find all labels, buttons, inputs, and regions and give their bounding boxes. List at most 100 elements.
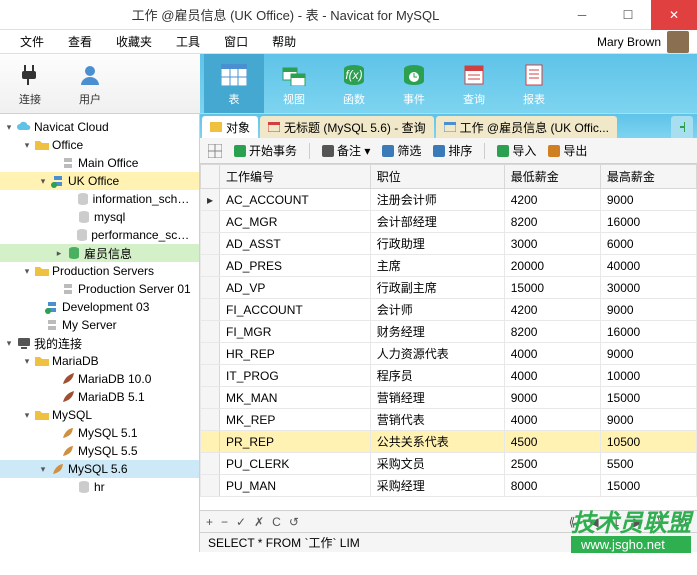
cell[interactable]: 4000 (504, 409, 600, 431)
tree-node-3[interactable]: ▾UK Office (0, 172, 199, 190)
cell[interactable]: 8000 (504, 475, 600, 497)
ribbon-function[interactable]: f(x)函数 (324, 54, 384, 113)
cell[interactable]: AD_ASST (220, 233, 371, 255)
cell[interactable]: 4000 (504, 343, 600, 365)
cell[interactable]: 15000 (504, 277, 600, 299)
cell[interactable]: 9000 (504, 387, 600, 409)
tree-node-14[interactable]: MariaDB 10.0 (0, 370, 199, 388)
data-grid[interactable]: 工作编号职位最低薪金最高薪金▸AC_ACCOUNT注册会计师42009000AC… (200, 164, 697, 510)
grid-btn-4[interactable]: C (272, 515, 281, 529)
grid-nav-3[interactable]: ▶ (633, 515, 642, 529)
cell[interactable]: AC_ACCOUNT (220, 189, 371, 211)
cell[interactable]: 16000 (600, 321, 696, 343)
expand-icon[interactable]: ▾ (22, 140, 32, 151)
connection-tree[interactable]: ▾Navicat Cloud▾OfficeMain Office▾UK Offi… (0, 114, 200, 552)
grid-nav-5[interactable]: ⚙ (677, 515, 688, 529)
tree-node-0[interactable]: ▾Navicat Cloud (0, 118, 199, 136)
ribbon-query[interactable]: 查询 (444, 54, 504, 113)
cell[interactable]: 4500 (504, 431, 600, 453)
cell[interactable]: 注册会计师 (370, 189, 504, 211)
cell[interactable]: 采购文员 (370, 453, 504, 475)
tree-node-20[interactable]: hr (0, 478, 199, 496)
ribbon-event[interactable]: 事件 (384, 54, 444, 113)
user-name[interactable]: Mary Brown (597, 35, 661, 49)
menu-2[interactable]: 收藏夹 (104, 33, 164, 50)
tree-node-15[interactable]: MariaDB 5.1 (0, 388, 199, 406)
cell[interactable]: 4200 (504, 189, 600, 211)
cell[interactable]: 主席 (370, 255, 504, 277)
tree-node-2[interactable]: Main Office (0, 154, 199, 172)
cell[interactable]: 16000 (600, 211, 696, 233)
menu-3[interactable]: 工具 (164, 33, 212, 50)
tree-node-13[interactable]: ▾MariaDB (0, 352, 199, 370)
tree-node-12[interactable]: ▾我的连接 (0, 334, 199, 352)
expand-icon[interactable]: ▸ (54, 248, 64, 259)
grid-icon[interactable] (208, 144, 222, 158)
cell[interactable]: 9000 (600, 299, 696, 321)
grid-btn-3[interactable]: ✗ (254, 515, 264, 529)
cell[interactable]: PU_CLERK (220, 453, 371, 475)
tool-sort[interactable]: 排序 (433, 142, 472, 159)
cell[interactable]: 程序员 (370, 365, 504, 387)
cell[interactable]: 行政助理 (370, 233, 504, 255)
cell[interactable]: PU_MAN (220, 475, 371, 497)
cell[interactable]: AD_PRES (220, 255, 371, 277)
table-row[interactable]: PR_REP公共关系代表450010500 (201, 431, 697, 453)
tree-node-16[interactable]: ▾MySQL (0, 406, 199, 424)
ribbon-report[interactable]: 报表 (504, 54, 564, 113)
table-row[interactable]: PU_CLERK采购文员25005500 (201, 453, 697, 475)
avatar[interactable] (667, 31, 689, 53)
cell[interactable]: 2500 (504, 453, 600, 475)
cell[interactable]: MK_MAN (220, 387, 371, 409)
tree-node-11[interactable]: My Server (0, 316, 199, 334)
expand-icon[interactable]: ▾ (22, 410, 32, 421)
table-row[interactable]: AD_ASST行政助理30006000 (201, 233, 697, 255)
grid-nav-4[interactable]: ⟫ (657, 515, 664, 529)
cell[interactable]: IT_PROG (220, 365, 371, 387)
tree-node-18[interactable]: MySQL 5.5 (0, 442, 199, 460)
expand-icon[interactable]: ▾ (22, 356, 32, 367)
cell[interactable]: 行政副主席 (370, 277, 504, 299)
cell[interactable]: 公共关系代表 (370, 431, 504, 453)
grid-nav-0[interactable]: ⟪ (569, 515, 576, 529)
cell[interactable]: 15000 (600, 387, 696, 409)
menu-4[interactable]: 窗口 (212, 33, 260, 50)
ribbon-view[interactable]: 视图 (264, 54, 324, 113)
expand-icon[interactable]: ▾ (38, 176, 48, 187)
col-header-3[interactable]: 最高薪金 (600, 165, 696, 189)
tree-node-6[interactable]: performance_schema (0, 226, 199, 244)
cell[interactable]: MK_REP (220, 409, 371, 431)
cell[interactable]: 4200 (504, 299, 600, 321)
cell[interactable]: 营销经理 (370, 387, 504, 409)
tree-node-10[interactable]: Development 03 (0, 298, 199, 316)
cell[interactable]: 人力资源代表 (370, 343, 504, 365)
cell[interactable]: 20000 (504, 255, 600, 277)
table-row[interactable]: AD_PRES主席2000040000 (201, 255, 697, 277)
tool-tx[interactable]: 开始事务 (234, 142, 297, 159)
tree-node-5[interactable]: mysql (0, 208, 199, 226)
ribbon-user[interactable]: 用户 (60, 54, 120, 113)
cell[interactable]: 会计部经理 (370, 211, 504, 233)
menu-0[interactable]: 文件 (8, 33, 56, 50)
cell[interactable]: 8200 (504, 211, 600, 233)
tree-node-1[interactable]: ▾Office (0, 136, 199, 154)
cell[interactable]: 10500 (600, 431, 696, 453)
table-row[interactable]: MK_REP营销代表40009000 (201, 409, 697, 431)
tab-2[interactable]: 工作 @雇员信息 (UK Offic... (436, 116, 617, 138)
cell[interactable]: 6000 (600, 233, 696, 255)
tool-filter[interactable]: 筛选 (382, 142, 421, 159)
cell[interactable]: 3000 (504, 233, 600, 255)
tree-node-9[interactable]: Production Server 01 (0, 280, 199, 298)
table-row[interactable]: IT_PROG程序员400010000 (201, 365, 697, 387)
table-row[interactable]: MK_MAN营销经理900015000 (201, 387, 697, 409)
maximize-button[interactable]: ☐ (605, 0, 651, 30)
cell[interactable]: AD_VP (220, 277, 371, 299)
menu-5[interactable]: 帮助 (260, 33, 308, 50)
cell[interactable]: 5500 (600, 453, 696, 475)
cell[interactable]: 9000 (600, 343, 696, 365)
table-row[interactable]: AC_MGR会计部经理820016000 (201, 211, 697, 233)
cell[interactable]: 40000 (600, 255, 696, 277)
tab-add[interactable] (671, 116, 693, 138)
table-row[interactable]: HR_REP人力资源代表40009000 (201, 343, 697, 365)
cell[interactable]: 30000 (600, 277, 696, 299)
